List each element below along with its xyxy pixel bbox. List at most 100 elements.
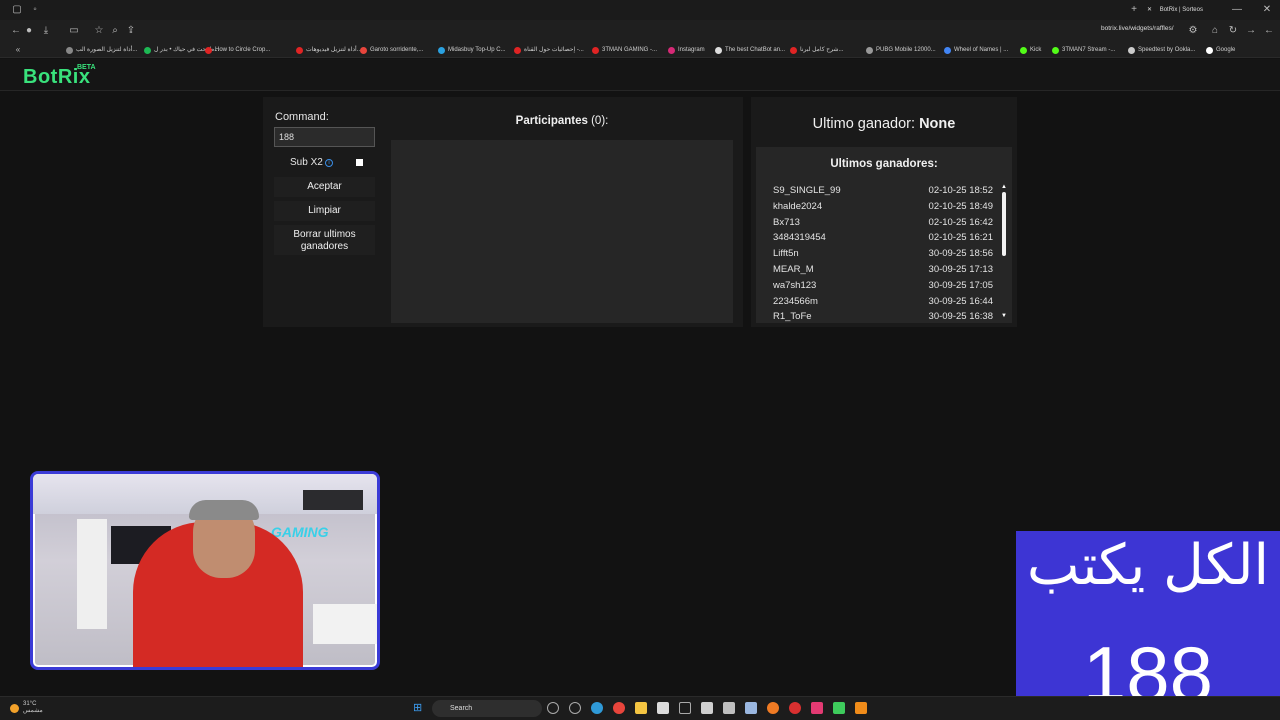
star-icon[interactable]: ☆ bbox=[92, 24, 106, 38]
tabs-icon[interactable]: ▭ bbox=[67, 24, 81, 38]
bookmark-label: Instagram bbox=[678, 47, 705, 53]
bookmarks-bar: « أداة لتنزيل الصورة الب... طفحت في حياك … bbox=[0, 42, 1280, 58]
bookmark-favicon-icon bbox=[360, 46, 367, 54]
bookmark-item[interactable]: How to Circle Crop... bbox=[205, 44, 270, 56]
address-bar[interactable]: botrix.live/widgets/raffles/ bbox=[1101, 25, 1174, 32]
bookmark-item[interactable]: أداة لتنزيل فيديوهات... bbox=[296, 44, 362, 56]
file-explorer-icon[interactable] bbox=[635, 702, 647, 714]
bookmark-favicon-icon bbox=[438, 46, 445, 54]
overlay-instruction: الكل يكتب bbox=[1026, 533, 1270, 598]
winner-date: 30-09-25 18:56 bbox=[928, 248, 993, 260]
vlc-icon[interactable] bbox=[855, 702, 867, 714]
participants-label: Participantes bbox=[515, 115, 588, 127]
app-red-icon[interactable] bbox=[789, 702, 801, 714]
calendar-icon[interactable] bbox=[657, 702, 669, 714]
app-green-play-icon[interactable] bbox=[833, 702, 845, 714]
clear-winners-button[interactable]: Borrar ultimos ganadores bbox=[274, 225, 375, 255]
bookmark-label: The best ChatBot an... bbox=[725, 47, 786, 53]
account-icon[interactable]: ● bbox=[22, 24, 36, 38]
bookmark-label: Midasbuy Top-Up C... bbox=[448, 47, 506, 53]
accept-button[interactable]: Aceptar bbox=[274, 177, 375, 197]
participants-title: Participantes (0): bbox=[391, 115, 733, 127]
winner-row: Bx713 02-10-25 16:42 bbox=[773, 217, 993, 233]
last-winner-value: None bbox=[919, 116, 956, 132]
close-tab-icon[interactable]: ✕ bbox=[1147, 7, 1152, 13]
close-window-icon[interactable]: ✕ bbox=[1260, 3, 1274, 17]
winners-title: Ultimos ganadores: bbox=[830, 158, 938, 170]
search-icon[interactable]: ⌕ bbox=[108, 24, 122, 38]
scroll-down-icon[interactable]: ▼ bbox=[1001, 313, 1007, 319]
app-g-icon[interactable] bbox=[679, 702, 691, 714]
winner-row: 3484319454 02-10-25 16:21 bbox=[773, 232, 993, 248]
settings-icon[interactable]: ⚙ bbox=[1186, 24, 1200, 38]
bookmark-label: PUBG Mobile 12000... bbox=[876, 47, 936, 53]
app-shield-icon[interactable] bbox=[701, 702, 713, 714]
reload-icon[interactable]: ↻ bbox=[1226, 24, 1240, 38]
bookmark-label: Google bbox=[1216, 47, 1236, 53]
browser-toolbar: ← ● ⤓ ▭ ☆ ⌕ ⇪ botrix.live/widgets/raffle… bbox=[0, 20, 1280, 42]
taskbar-search[interactable]: Search bbox=[432, 700, 542, 717]
bookmark-label: أداة لتنزيل فيديوهات... bbox=[306, 47, 362, 53]
bookmark-label: Garoto sorridente,... bbox=[370, 47, 424, 53]
clock-app-icon[interactable] bbox=[569, 702, 581, 714]
widgets-icon[interactable] bbox=[547, 702, 559, 714]
bookmark-item[interactable]: The best ChatBot an... bbox=[715, 44, 785, 56]
sub-x2-checkbox[interactable] bbox=[356, 159, 363, 166]
back-arrow-icon[interactable]: ← bbox=[1262, 24, 1276, 38]
tab-list-icon[interactable]: ▢ bbox=[10, 3, 24, 17]
share-icon[interactable]: ⇪ bbox=[124, 24, 138, 38]
bookmark-item[interactable]: 3TMAN7 Stream -... bbox=[1052, 44, 1115, 56]
bookmark-item[interactable]: PUBG Mobile 12000... bbox=[866, 44, 936, 56]
bookmark-label: أداة لتنزيل الصورة الب... bbox=[76, 47, 138, 53]
bookmark-favicon-icon bbox=[1052, 46, 1059, 54]
bookmark-item[interactable]: Midasbuy Top-Up C... bbox=[438, 44, 506, 56]
minimize-icon[interactable]: — bbox=[1230, 3, 1244, 17]
scroll-up-icon[interactable]: ▲ bbox=[1001, 184, 1007, 190]
back-icon[interactable]: ← bbox=[9, 24, 23, 38]
home-icon[interactable]: ⌂ bbox=[1208, 24, 1222, 38]
bookmark-item[interactable]: أداة لتنزيل الصورة الب... bbox=[66, 44, 137, 56]
forward-icon[interactable]: → bbox=[1244, 24, 1258, 38]
app-document-icon[interactable] bbox=[723, 702, 735, 714]
command-input[interactable] bbox=[274, 127, 375, 147]
edge-icon[interactable] bbox=[591, 702, 603, 714]
bookmark-item[interactable]: Google bbox=[1206, 44, 1235, 56]
chrome-icon[interactable] bbox=[613, 702, 625, 714]
bookmark-favicon-icon bbox=[296, 46, 303, 54]
scrollbar-thumb[interactable] bbox=[1002, 192, 1006, 256]
sidebar-toggle-icon[interactable]: « bbox=[11, 43, 25, 57]
bookmark-label: How to Circle Crop... bbox=[215, 47, 271, 53]
firefox-icon[interactable] bbox=[767, 702, 779, 714]
windows-start-icon[interactable]: ⊞ bbox=[413, 702, 425, 714]
cam-wall-text: GAMING bbox=[271, 524, 329, 540]
bookmark-label: 3TMAN7 Stream -... bbox=[1062, 47, 1116, 53]
bookmark-item[interactable]: شرح كامل لبرنا... bbox=[790, 44, 843, 56]
beta-badge: BETA bbox=[77, 64, 96, 71]
bookmark-label: 3TMAN GAMING -... bbox=[602, 47, 658, 53]
weather-widget[interactable]: 31°C مشمس bbox=[10, 701, 43, 715]
sub-x2-label: Sub X2 bbox=[290, 157, 323, 168]
bookmark-item[interactable]: Garoto sorridente,... bbox=[360, 44, 423, 56]
new-tab-icon[interactable]: + bbox=[1127, 3, 1141, 17]
participants-list[interactable] bbox=[391, 140, 733, 323]
info-icon[interactable]: i bbox=[325, 159, 333, 167]
bookmark-item[interactable]: Instagram bbox=[668, 44, 705, 56]
calculator-icon[interactable] bbox=[745, 702, 757, 714]
winner-name: Lifft5n bbox=[773, 248, 799, 260]
tab-search-icon[interactable]: ◦ bbox=[28, 3, 42, 17]
site-header: BotRix BETA bbox=[0, 59, 1280, 91]
download-icon[interactable]: ⤓ bbox=[39, 24, 53, 38]
clear-button[interactable]: Limpiar bbox=[274, 201, 375, 221]
bookmark-item[interactable]: Wheel of Names | ... bbox=[944, 44, 1008, 56]
bookmark-item[interactable]: 3TMAN GAMING -... bbox=[592, 44, 657, 56]
bookmark-item[interactable]: Kick bbox=[1020, 44, 1041, 56]
cam-headband bbox=[189, 500, 259, 520]
bookmark-favicon-icon bbox=[66, 46, 73, 54]
bookmark-item[interactable]: Speedtest by Ookla... bbox=[1128, 44, 1195, 56]
winners-list-box[interactable]: Ultimos ganadores: S9_SINGLE_99 02-10-25 … bbox=[756, 147, 1012, 323]
bookmark-item[interactable]: إحصائيات حول القناة -... bbox=[514, 44, 584, 56]
app-pink-icon[interactable] bbox=[811, 702, 823, 714]
winners-list: S9_SINGLE_99 02-10-25 18:52 khalde2024 02-1… bbox=[773, 185, 993, 323]
winner-date: 30-09-25 17:05 bbox=[928, 279, 993, 291]
winner-name: wa7sh123 bbox=[773, 279, 817, 291]
